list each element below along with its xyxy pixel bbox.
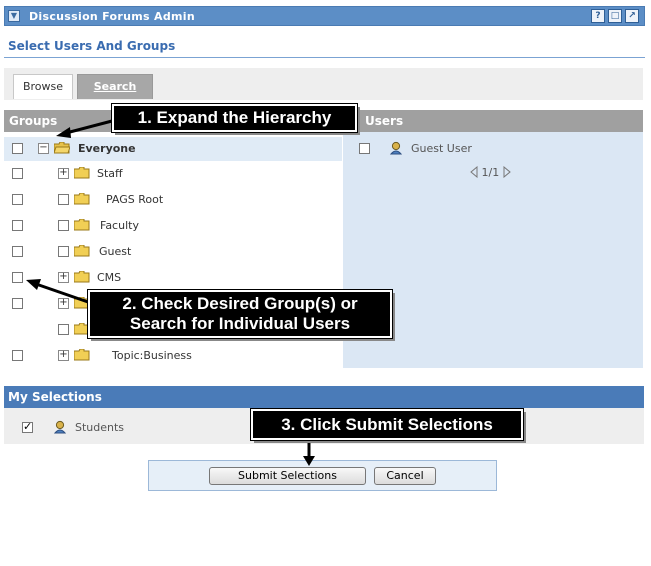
callout-step2: 2. Check Desired Group(s) or Search for … (87, 289, 393, 339)
arrowhead-step2 (26, 279, 41, 290)
arrowhead-step3 (303, 456, 315, 466)
callout-arrows (26, 119, 315, 466)
arrow-step2 (35, 282, 89, 304)
callout-step3: 3. Click Submit Selections (250, 408, 524, 441)
callout-step1: 1. Expand the Hierarchy (111, 103, 358, 133)
arrow-step1 (65, 119, 113, 135)
arrowhead-step1 (56, 127, 71, 138)
callout-step2-line2: Search for Individual Users (129, 314, 351, 333)
callout-step2-line1: 2. Check Desired Group(s) or (122, 294, 358, 313)
